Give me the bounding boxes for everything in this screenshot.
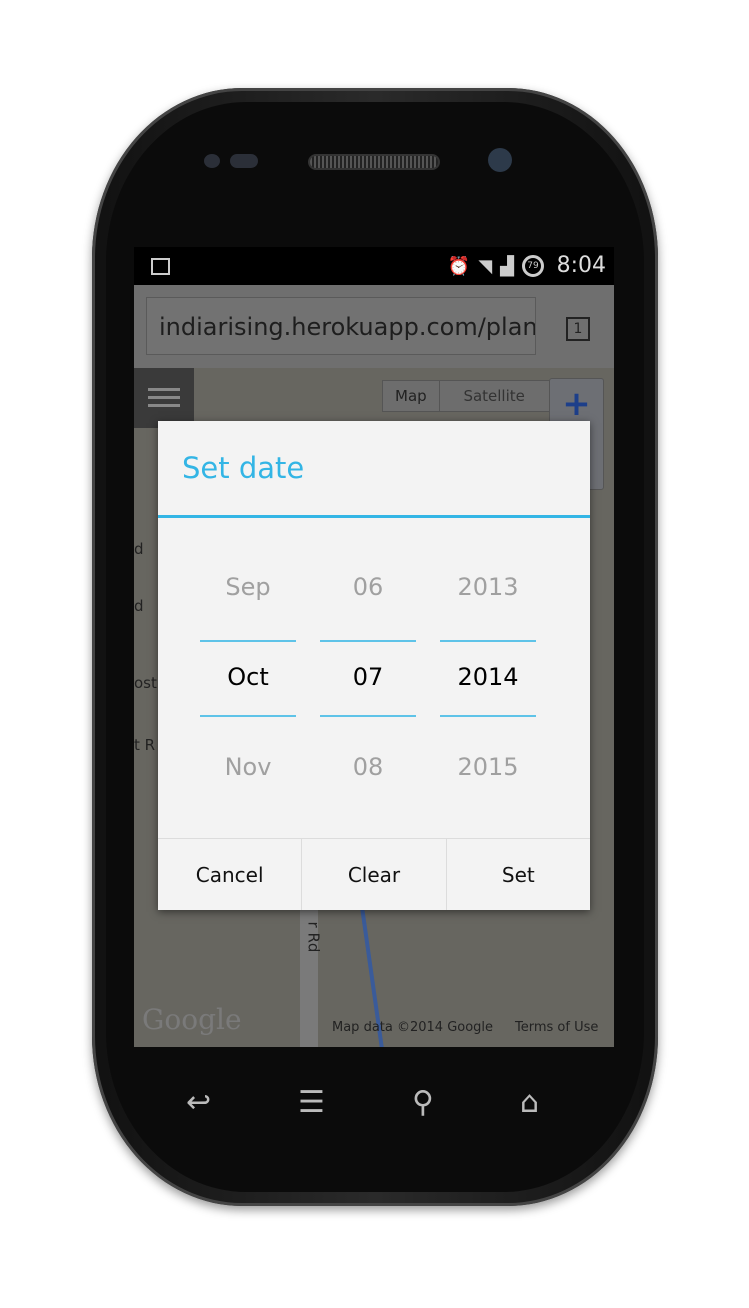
google-logo: Google [142,1003,242,1036]
road-label: d [134,597,144,615]
road-label: d [134,540,144,558]
image-icon [151,258,170,275]
month-prev[interactable]: Sep [200,573,296,601]
battery-icon: 79 [522,255,544,277]
road-label: t R [134,736,156,754]
day-prev[interactable]: 06 [320,573,416,601]
status-bar: ⏰ ◥ ▟ 79 8:04 [134,247,614,285]
cancel-button[interactable]: Cancel [158,839,301,910]
month-picker[interactable]: Sep Oct Nov [200,521,296,838]
map-type-satellite-button[interactable]: Satellite [438,381,549,411]
clock: 8:04 [556,253,606,278]
dialog-title: Set date [158,421,590,518]
day-picker[interactable]: 06 07 08 [320,521,416,838]
road-label: ost [134,674,157,692]
home-icon[interactable]: ⌂ [520,1085,539,1120]
road-label: r Rd [304,921,323,953]
back-icon[interactable]: ↩ [186,1085,211,1120]
alarm-icon: ⏰ [447,255,471,277]
signal-icon: ▟ [500,255,514,277]
day-next[interactable]: 08 [320,753,416,781]
year-picker[interactable]: 2013 2014 2015 [440,521,536,838]
earpiece-speaker [308,154,440,170]
month-next[interactable]: Nov [200,753,296,781]
url-field[interactable]: indiarising.herokuapp.com/plan [146,297,536,355]
search-icon[interactable]: ⚲ [412,1085,434,1120]
terms-link[interactable]: Terms of Use [515,1020,598,1035]
sensor [230,154,258,168]
menu-button[interactable] [134,368,194,428]
year-current[interactable]: 2014 [440,663,536,691]
day-current[interactable]: 07 [320,663,416,691]
map-attribution: Map data ©2014 Google [332,1020,494,1035]
menu-icon[interactable]: ☰ [298,1085,325,1120]
month-current[interactable]: Oct [200,663,296,691]
browser-toolbar: indiarising.herokuapp.com/plan 1 [134,285,614,368]
sensor [204,154,220,168]
tab-switcher-button[interactable]: 1 [566,317,590,341]
year-prev[interactable]: 2013 [440,573,536,601]
year-next[interactable]: 2015 [440,753,536,781]
front-camera [488,148,512,172]
wifi-icon: ◥ [478,255,493,277]
clear-button[interactable]: Clear [301,839,445,910]
map-type-map-button[interactable]: Map [383,381,439,411]
date-picker-dialog: Set date Sep Oct Nov 06 07 08 2013 2014 … [158,421,590,910]
set-button[interactable]: Set [445,839,590,910]
